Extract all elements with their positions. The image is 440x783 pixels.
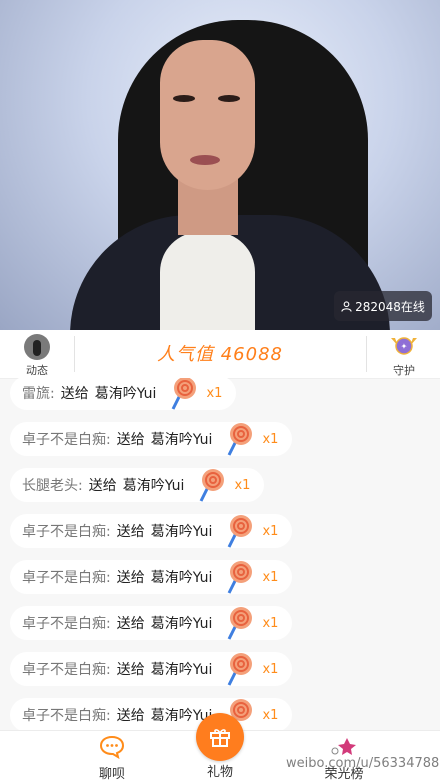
- message-user[interactable]: 卓子不是白痴:: [22, 521, 111, 541]
- message-target: 葛洧吟Yui: [122, 478, 185, 494]
- chat-message: 卓子不是白痴: 送给 葛洧吟Yui x1: [10, 698, 293, 730]
- dynamic-tab[interactable]: 动态: [8, 334, 66, 377]
- message-target: 葛洧吟Yui: [150, 616, 213, 632]
- message-target: 葛洧吟Yui: [150, 432, 213, 448]
- message-action: 送给: [116, 524, 145, 540]
- lollipop-icon: [172, 378, 197, 410]
- message-user[interactable]: 卓子不是白痴:: [22, 613, 111, 633]
- popularity-value: 人气值 46088: [157, 344, 283, 365]
- streamer-shirt: [160, 232, 255, 330]
- guard-label: 守护: [393, 364, 415, 377]
- streamer-mouth: [190, 155, 220, 165]
- avatar: [24, 334, 50, 360]
- message-user[interactable]: 卓子不是白痴:: [22, 659, 111, 679]
- chat-label: 聊呗: [98, 767, 125, 782]
- message-target: 葛洧吟Yui: [150, 662, 213, 678]
- message-action: 送给: [116, 662, 145, 678]
- gift-button[interactable]: 礼物: [192, 713, 248, 781]
- divider: [74, 336, 75, 372]
- watermark: weibo.com/u/5633478864: [286, 756, 440, 771]
- message-action: 送给: [116, 616, 145, 632]
- message-action: 送给: [116, 432, 145, 448]
- chat-bubble-icon: [99, 735, 125, 760]
- viewer-count-text: 282048在线: [355, 299, 425, 314]
- gift-count: x1: [262, 615, 279, 631]
- lollipop-icon: [200, 469, 225, 502]
- chat-message: 雷旒: 送给 葛洧吟Yui x1: [10, 378, 237, 410]
- guard-badge-icon: ✦: [391, 337, 417, 355]
- streamer-face: [160, 40, 255, 190]
- message-action: 送给: [116, 570, 145, 586]
- message-user[interactable]: 卓子不是白痴:: [22, 567, 111, 587]
- streamer-eye-right: [218, 95, 240, 102]
- lollipop-icon: [228, 607, 253, 640]
- viewer-count-badge: 282048在线: [334, 291, 432, 321]
- gift-box-icon: [210, 729, 230, 747]
- chat-message: 长腿老头: 送给 葛洧吟Yui x1: [10, 468, 265, 502]
- message-action: 送给: [116, 708, 145, 724]
- message-target: 葛洧吟Yui: [94, 386, 157, 402]
- message-user[interactable]: 长腿老头:: [22, 475, 83, 495]
- lollipop-icon: [228, 561, 253, 594]
- gift-label: 礼物: [206, 765, 233, 780]
- chat-message: 卓子不是白痴: 送给 葛洧吟Yui x1: [10, 560, 293, 594]
- gift-count: x1: [262, 431, 279, 447]
- gift-chat-list[interactable]: 雷旒: 送给 葛洧吟Yui x1 卓子不是白痴: 送给 葛洧吟Yui x1 长腿…: [0, 378, 440, 730]
- lollipop-icon: [228, 423, 253, 456]
- gift-count: x1: [262, 523, 279, 539]
- svg-text:✦: ✦: [401, 342, 408, 351]
- message-user[interactable]: 雷旒:: [22, 383, 55, 403]
- lollipop-icon: [228, 515, 253, 548]
- divider: [366, 336, 367, 372]
- dynamic-label: 动态: [26, 364, 48, 377]
- gift-count: x1: [262, 661, 279, 677]
- person-icon: [341, 300, 352, 312]
- chat-message: 卓子不是白痴: 送给 葛洧吟Yui x1: [10, 514, 293, 548]
- message-action: 送给: [88, 478, 117, 494]
- message-user[interactable]: 卓子不是白痴:: [22, 705, 111, 725]
- gift-count: x1: [262, 569, 279, 585]
- gift-count: x1: [234, 477, 251, 493]
- gift-count: x1: [206, 385, 223, 401]
- guard-tab[interactable]: ✦ 守护: [376, 334, 432, 377]
- message-action: 送给: [60, 386, 89, 402]
- chat-message: 卓子不是白痴: 送给 葛洧吟Yui x1: [10, 652, 293, 686]
- info-bar: 动态 人气值 46088 ✦ 守护: [0, 330, 440, 379]
- chat-message: 卓子不是白痴: 送给 葛洧吟Yui x1: [10, 606, 293, 640]
- gift-count: x1: [262, 707, 279, 723]
- live-video[interactable]: 282048在线: [0, 0, 440, 330]
- chat-button[interactable]: 聊呗: [86, 735, 138, 782]
- message-target: 葛洧吟Yui: [150, 570, 213, 586]
- lollipop-icon: [228, 653, 253, 686]
- streamer-eye-left: [173, 95, 195, 102]
- message-user[interactable]: 卓子不是白痴:: [22, 429, 111, 449]
- message-target: 葛洧吟Yui: [150, 524, 213, 540]
- chat-message: 卓子不是白痴: 送给 葛洧吟Yui x1: [10, 422, 293, 456]
